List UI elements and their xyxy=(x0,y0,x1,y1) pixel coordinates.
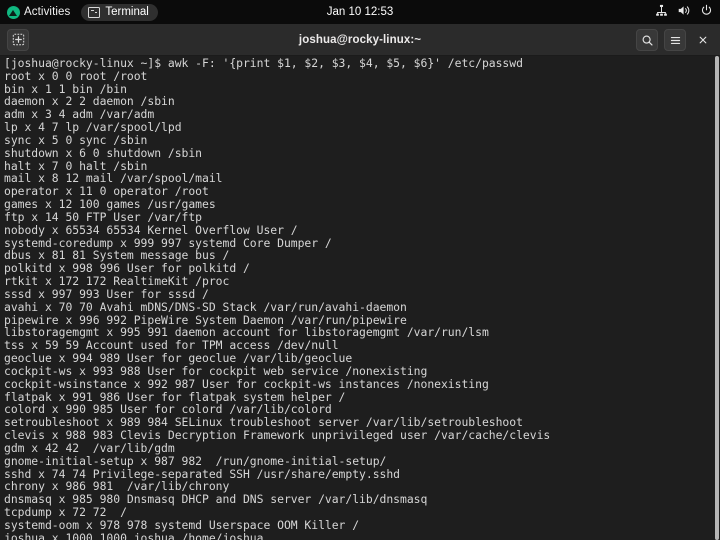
taskbar-item-terminal[interactable]: Terminal xyxy=(81,4,157,21)
activities-button[interactable]: Activities xyxy=(5,3,76,21)
volume-icon xyxy=(677,4,691,20)
power-icon xyxy=(700,4,713,20)
terminal-window: joshua@rocky-linux:~ xyxy=(0,24,720,540)
system-status-area[interactable] xyxy=(655,0,713,24)
terminal-scrollbar-thumb[interactable] xyxy=(715,56,719,540)
terminal-output-line: avahi x 70 70 Avahi mDNS/DNS-SD Stack /v… xyxy=(4,301,711,314)
terminal-output-line: root x 0 0 root /root xyxy=(4,70,711,83)
terminal-output-line: sssd x 997 993 User for sssd / xyxy=(4,288,711,301)
activities-label: Activities xyxy=(24,6,70,18)
terminal-output-line: joshua x 1000 1000 joshua /home/joshua xyxy=(4,532,711,540)
terminal-output-line: sync x 5 0 sync /sbin xyxy=(4,134,711,147)
terminal-output-line: geoclue x 994 989 User for geoclue /var/… xyxy=(4,352,711,365)
top-bar-left-group: Activities Terminal xyxy=(0,0,158,24)
headerbar-right-group xyxy=(636,24,714,56)
headerbar-left-group xyxy=(0,29,29,51)
terminal-output-line: nobody x 65534 65534 Kernel Overflow Use… xyxy=(4,224,711,237)
rocky-linux-logo-icon xyxy=(7,6,20,19)
terminal-output-line: cockpit-wsinstance x 992 987 User for co… xyxy=(4,378,711,391)
terminal-output-line: gdm x 42 42 /var/lib/gdm xyxy=(4,442,711,455)
close-icon[interactable] xyxy=(692,29,714,51)
window-headerbar: joshua@rocky-linux:~ xyxy=(0,24,720,56)
terminal-command-line: [joshua@rocky-linux ~]$ awk -F: '{print … xyxy=(4,57,711,70)
terminal-output-line: clevis x 988 983 Clevis Decryption Frame… xyxy=(4,429,711,442)
terminal-icon xyxy=(88,7,100,18)
terminal-output-line: rtkit x 172 172 RealtimeKit /proc xyxy=(4,275,711,288)
terminal-output-line: ftp x 14 50 FTP User /var/ftp xyxy=(4,211,711,224)
add-terminal-icon[interactable] xyxy=(7,29,29,51)
gnome-top-bar: Activities Terminal Jan 10 12:53 xyxy=(0,0,720,24)
terminal-text: [joshua@rocky-linux ~]$ awk -F: '{print … xyxy=(4,57,711,540)
search-icon[interactable] xyxy=(636,29,658,51)
network-icon xyxy=(655,4,668,20)
window-title: joshua@rocky-linux:~ xyxy=(0,34,720,46)
hamburger-menu-icon[interactable] xyxy=(664,29,686,51)
terminal-output-area[interactable]: [joshua@rocky-linux ~]$ awk -F: '{print … xyxy=(0,56,720,540)
terminal-output-line: games x 12 100 games /usr/games xyxy=(4,198,711,211)
taskbar-item-label: Terminal xyxy=(105,6,148,18)
terminal-output-line: cockpit-ws x 993 988 User for cockpit we… xyxy=(4,365,711,378)
terminal-output-line: shutdown x 6 0 shutdown /sbin xyxy=(4,147,711,160)
terminal-output-line: tcpdump x 72 72 / xyxy=(4,506,711,519)
terminal-output-line: gnome-initial-setup x 987 982 /run/gnome… xyxy=(4,455,711,468)
terminal-scrollbar[interactable] xyxy=(714,56,720,540)
terminal-output-line: systemd-oom x 978 978 systemd Userspace … xyxy=(4,519,711,532)
